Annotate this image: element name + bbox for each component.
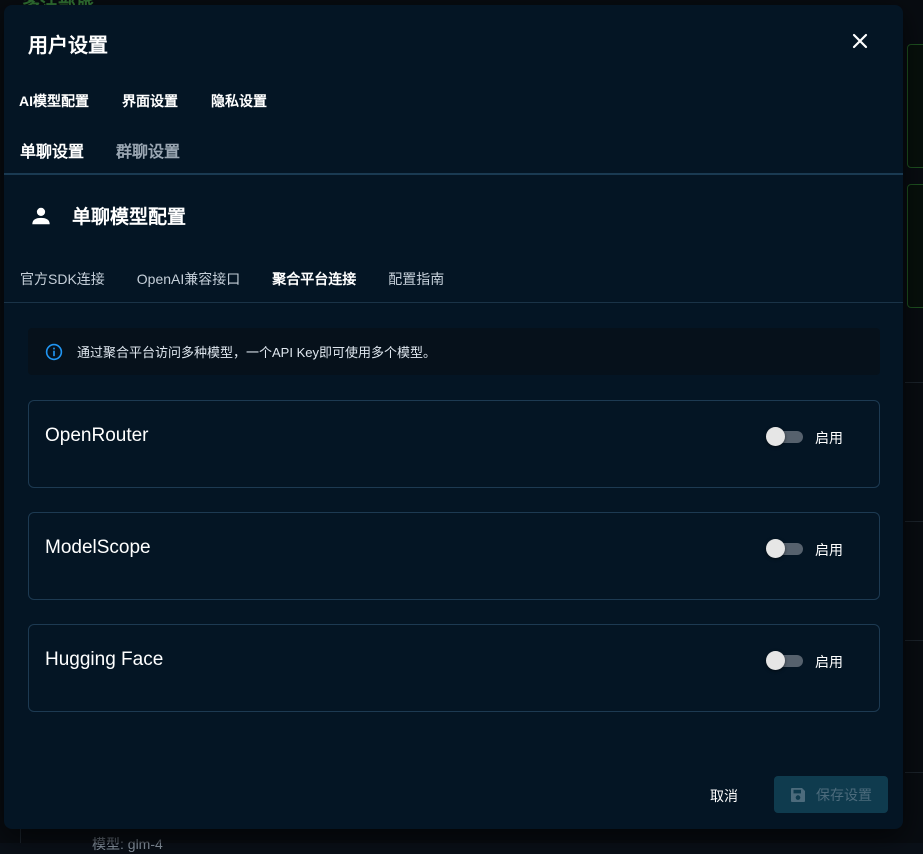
tab-aggregation-platform[interactable]: 聚合平台连接 — [272, 269, 356, 289]
enable-toggle[interactable] — [766, 538, 804, 558]
toggle-thumb — [766, 427, 785, 446]
user-icon — [30, 205, 52, 227]
info-banner: 通过聚合平台访问多种模型，一个API Key即可使用多个模型。 — [28, 328, 880, 375]
toggle-thumb — [766, 539, 785, 558]
platform-card-hugging-face: Hugging Face 启用 — [28, 624, 880, 712]
tab-interface-settings[interactable]: 界面设置 — [122, 91, 178, 111]
section-title: 单聊模型配置 — [72, 202, 186, 229]
close-button[interactable] — [846, 27, 874, 55]
divider — [4, 302, 903, 303]
tab-config-guide[interactable]: 配置指南 — [388, 269, 444, 289]
tab-official-sdk[interactable]: 官方SDK连接 — [20, 269, 105, 289]
user-settings-modal: 用户设置 AI模型配置 界面设置 隐私设置 单聊设置 群聊设置 单聊模型配置 官… — [4, 5, 903, 829]
platform-card-openrouter: OpenRouter 启用 — [28, 400, 880, 488]
tab-group-chat[interactable]: 群聊设置 — [116, 138, 180, 162]
close-icon — [852, 33, 868, 49]
enable-toggle[interactable] — [766, 426, 804, 446]
tab-single-chat[interactable]: 单聊设置 — [20, 138, 84, 162]
info-icon — [45, 343, 63, 361]
enable-toggle[interactable] — [766, 650, 804, 670]
toggle-thumb — [766, 651, 785, 670]
platform-card-modelscope: ModelScope 启用 — [28, 512, 880, 600]
enable-label: 启用 — [815, 540, 843, 560]
tab-openai-compatible[interactable]: OpenAI兼容接口 — [137, 269, 240, 289]
platform-name: Hugging Face — [45, 649, 163, 671]
save-button-label: 保存设置 — [816, 785, 872, 805]
save-button[interactable]: 保存设置 — [774, 776, 888, 813]
connection-tabs: 官方SDK连接 OpenAI兼容接口 聚合平台连接 配置指南 — [20, 269, 476, 289]
primary-tabs: AI模型配置 界面设置 隐私设置 — [19, 91, 300, 111]
enable-label: 启用 — [815, 652, 843, 672]
divider — [4, 173, 903, 175]
enable-label: 启用 — [815, 428, 843, 448]
modal-title: 用户设置 — [28, 29, 108, 58]
tab-ai-model-config[interactable]: AI模型配置 — [19, 91, 89, 111]
save-icon — [790, 787, 806, 803]
tab-privacy-settings[interactable]: 隐私设置 — [211, 91, 267, 111]
platform-name: OpenRouter — [45, 425, 149, 447]
secondary-tabs: 单聊设置 群聊设置 — [20, 138, 212, 162]
platform-name: ModelScope — [45, 537, 151, 559]
cancel-button[interactable]: 取消 — [710, 781, 738, 811]
info-text: 通过聚合平台访问多种模型，一个API Key即可使用多个模型。 — [77, 342, 436, 361]
section-header: 单聊模型配置 — [30, 202, 186, 229]
